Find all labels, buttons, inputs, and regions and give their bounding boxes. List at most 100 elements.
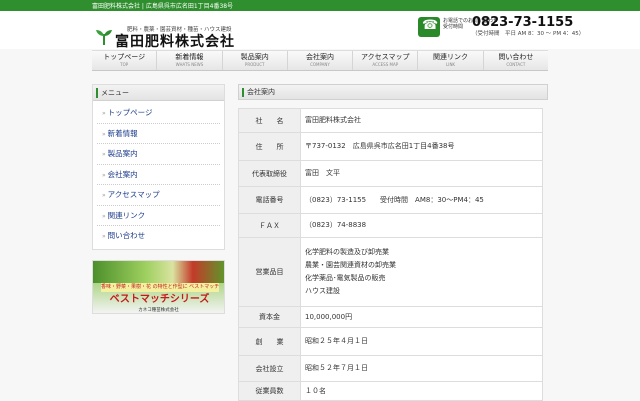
top-bar: 富田肥料株式会社 | 広島県呉市広名田1丁目4番38号	[0, 0, 640, 11]
sidebar-item-top[interactable]: » トップページ	[97, 103, 220, 124]
row-value-line: （0823）74-8838	[305, 221, 367, 229]
banner-vegetables-image	[93, 260, 224, 283]
global-nav: トップページ TOP 新着情報 WHATS NEWS 製品案内 PRODUCT 会社案…	[92, 50, 548, 71]
nav-item-top[interactable]: トップページ TOP	[92, 51, 158, 70]
nav-label: 製品案内	[240, 53, 269, 61]
nav-label: 関連リンク	[433, 53, 469, 61]
nav-label: トップページ	[103, 53, 146, 61]
table-row: 電話番号 （0823）73-1155 受付時間 AM8：30〜PM4：45	[238, 186, 543, 214]
row-value-line: 富田 文平	[305, 169, 340, 177]
row-label: 資本金	[238, 306, 301, 328]
sidebar-item-label: トップページ	[107, 108, 153, 117]
sidebar-item-label: 問い合わせ	[107, 231, 146, 240]
row-value: 昭和２５年４月１日	[300, 327, 543, 356]
sidebar-item-link[interactable]: » 関連リンク	[97, 206, 220, 226]
row-value: 富田 文平	[300, 160, 543, 187]
row-value-line: 化学薬品･電気製品の販売	[305, 274, 386, 282]
chevron-right-icon: »	[102, 130, 106, 138]
table-row: 社 名富田肥料株式会社	[238, 108, 543, 133]
phone-number: 0823-73-1155	[472, 15, 574, 30]
chevron-right-icon: »	[102, 110, 106, 117]
nav-sublabel: TOP	[120, 62, 129, 67]
sidebar-item-label: 関連リンク	[107, 210, 146, 220]
sidebar-item-label: 新着情報	[107, 128, 138, 138]
phone-hours: （受付時間 平日 AM 8：30 〜 PM 4：45）	[472, 31, 585, 37]
sidebar-item-contact[interactable]: » 問い合わせ	[97, 226, 220, 247]
sidebar-item-label: アクセスマップ	[107, 190, 160, 199]
nav-sublabel: PRODUCT	[244, 62, 265, 67]
nav-sublabel: LINK	[446, 62, 456, 67]
nav-label: 新着情報	[175, 53, 204, 61]
best-match-banner[interactable]: 香味・野菜・果樹・花 の特性と作型に ベストマッチ ベストマッチシリーズ カネコ…	[92, 259, 225, 314]
nav-label: 会社案内	[305, 53, 334, 61]
row-value-line: ハウス建設	[305, 287, 340, 295]
nav-label: 問い合わせ	[498, 53, 534, 61]
section-heading: 会社案内	[238, 84, 548, 100]
main-content: 会社案内 社 名富田肥料株式会社住 所〒737-0132 広島県呉市広名田1丁目…	[238, 84, 548, 401]
company-info-table: 社 名富田肥料株式会社住 所〒737-0132 広島県呉市広名田1丁目4番38号…	[238, 108, 543, 401]
sidebar-item-news[interactable]: » 新着情報	[97, 124, 220, 144]
row-value-line: １０名	[305, 386, 326, 395]
nav-item-company[interactable]: 会社案内 COMPANY	[288, 51, 354, 70]
nav-sublabel: WHATS NEWS	[175, 62, 204, 67]
company-info-body: 社 名富田肥料株式会社住 所〒737-0132 広島県呉市広名田1丁目4番38号…	[238, 108, 543, 401]
nav-sublabel: COMPANY	[310, 62, 330, 67]
row-value: （0823）74-8838	[300, 213, 543, 238]
nav-item-contact[interactable]: 問い合わせ CONTACT	[484, 51, 548, 70]
row-label: 創 業	[238, 327, 301, 356]
sidebar-item-company[interactable]: » 会社案内	[97, 165, 220, 185]
row-label: 従業員数	[238, 381, 301, 401]
table-row: 資本金 10,000,000円	[238, 306, 543, 328]
top-bar-text: 富田肥料株式会社 | 広島県呉市広名田1丁目4番38号	[92, 3, 234, 10]
sidebar-menu: メニュー » トップページ » 新着情報 » 製品案内 » 会社案内 » アクセスマップ …	[92, 84, 225, 250]
row-label: 代表取締役	[238, 160, 301, 187]
sidebar-item-access[interactable]: » アクセスマップ	[97, 185, 220, 206]
row-value-line: 〒737-0132 広島県呉市広名田1丁目4番38号	[305, 142, 455, 150]
nav-item-product[interactable]: 製品案内 PRODUCT	[223, 51, 288, 70]
chevron-right-icon: »	[102, 151, 106, 158]
row-value: 〒737-0132 広島県呉市広名田1丁目4番38号	[300, 132, 543, 161]
row-value-line: 化学肥料の製造及び卸売業	[305, 248, 389, 256]
nav-item-news[interactable]: 新着情報 WHATS NEWS	[157, 51, 223, 70]
sidebar: メニュー » トップページ » 新着情報 » 製品案内 » 会社案内 » アクセスマップ …	[92, 84, 225, 314]
nav-sublabel: CONTACT	[506, 62, 526, 67]
row-value-line: 10,000,000円	[305, 312, 353, 321]
row-value: 10,000,000円	[300, 306, 543, 328]
row-label: 住 所	[238, 132, 301, 161]
banner-strip: 香味・野菜・果樹・花 の特性と作型に ベストマッチ	[101, 282, 219, 292]
chevron-right-icon: »	[102, 192, 106, 199]
chevron-right-icon: »	[102, 233, 106, 240]
row-value-line: 富田肥料株式会社	[305, 116, 361, 124]
table-row: 代表取締役 富田 文平	[238, 160, 543, 187]
nav-item-access[interactable]: アクセスマップ ACCESS MAP	[353, 51, 419, 70]
row-label: 営業品目	[238, 237, 301, 307]
sidebar-item-product[interactable]: » 製品案内	[97, 144, 220, 165]
row-value-line: 昭和２５年４月１日	[305, 337, 368, 345]
banner-title: ベストマッチシリーズ	[109, 293, 210, 305]
row-value: 富田肥料株式会社	[300, 108, 543, 133]
sidebar-item-label: 製品案内	[107, 149, 138, 158]
row-label: 会社設立	[238, 355, 301, 382]
table-row: ＦＡＸ （0823）74-8838	[238, 213, 543, 238]
row-label: 電話番号	[238, 186, 301, 214]
row-value: （0823）73-1155 受付時間 AM8：30〜PM4：45	[300, 186, 543, 214]
table-row: 営業品目 化学肥料の製造及び卸売業 農業・園芸関連資材の卸売業 化学薬品･電気製品の販…	[238, 237, 543, 307]
nav-item-link[interactable]: 関連リンク LINK	[418, 51, 484, 70]
chevron-right-icon: »	[102, 212, 106, 220]
nav-label: アクセスマップ	[361, 53, 410, 61]
row-value-line: 昭和５２年７月１日	[305, 364, 368, 372]
sidebar-menu-list: » トップページ » 新着情報 » 製品案内 » 会社案内 » アクセスマップ » 関連リン…	[93, 101, 224, 249]
table-row: 住 所〒737-0132 広島県呉市広名田1丁目4番38号	[238, 132, 543, 161]
logo-leaf-icon	[96, 30, 112, 45]
banner-maker: カネコ種苗株式会社	[138, 307, 179, 313]
chevron-right-icon: »	[102, 171, 106, 179]
sidebar-menu-title: メニュー	[93, 85, 224, 101]
row-value: 昭和５２年７月１日	[300, 355, 543, 382]
logo-company-name[interactable]: 富田肥料株式会社	[115, 31, 235, 51]
row-value: １０名	[300, 381, 543, 401]
sidebar-item-label: 会社案内	[107, 169, 138, 179]
row-label: ＦＡＸ	[238, 213, 301, 238]
nav-sublabel: ACCESS MAP	[372, 62, 399, 67]
table-row: 創 業昭和２５年４月１日	[238, 327, 543, 356]
table-row: 従業員数 １０名	[238, 381, 543, 401]
